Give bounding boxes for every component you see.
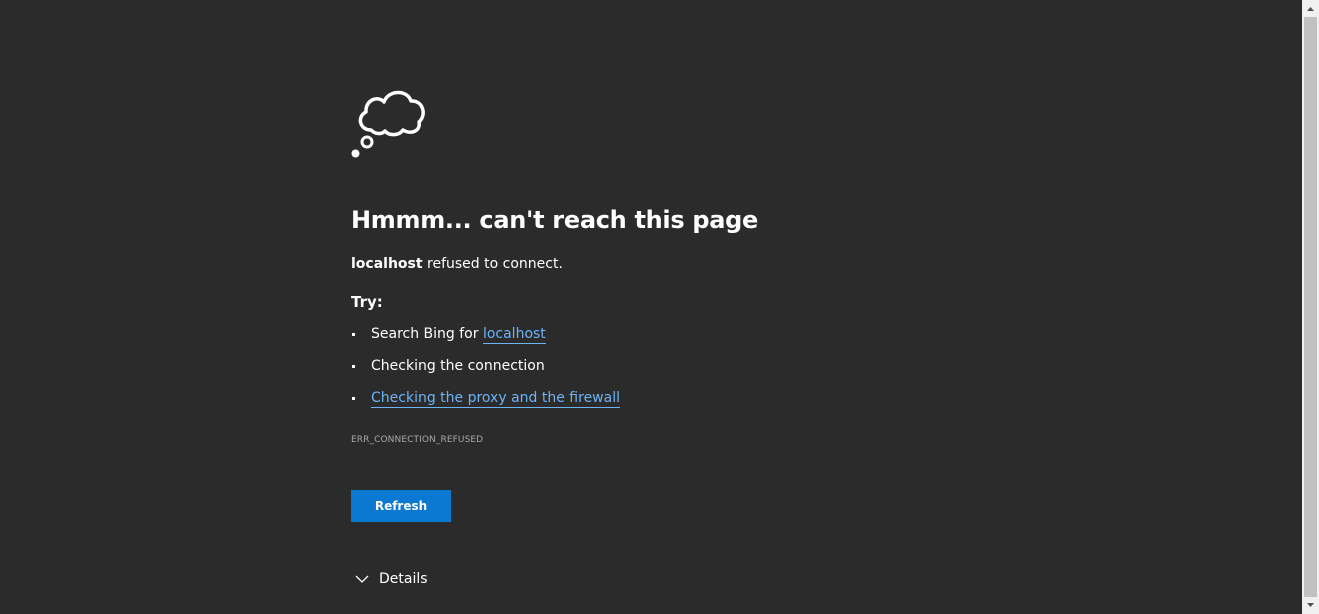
host-name: localhost [351, 256, 423, 272]
list-item: Checking the proxy and the firewall [351, 390, 620, 422]
search-bing-link[interactable]: localhost [482, 326, 546, 344]
host-message: refused to connect. [422, 256, 563, 272]
bullet [352, 333, 355, 336]
details-toggle[interactable]: Details [355, 571, 428, 587]
list-item: Search Bing for localhost [351, 326, 620, 358]
check-connection-text: Checking the connection [371, 358, 545, 374]
cloud-thought-icon [351, 90, 425, 158]
list-item: Checking the connection [351, 358, 620, 390]
vertical-scrollbar[interactable] [1302, 0, 1319, 614]
chevron-down-icon [355, 575, 369, 583]
error-code: ERR_CONNECTION_REFUSED [351, 435, 484, 445]
scrollbar-thumb[interactable] [1304, 17, 1317, 597]
try-label: Try: [351, 293, 383, 311]
scroll-up-arrow-icon[interactable] [1302, 0, 1319, 17]
bullet [352, 365, 355, 368]
error-message: localhost refused to connect. [351, 256, 563, 272]
page-title: Hmmm... can't reach this page [351, 206, 759, 234]
proxy-firewall-link[interactable]: Checking the proxy and the firewall [371, 390, 620, 408]
search-prefix: Search Bing for [371, 326, 483, 342]
bullet [352, 397, 355, 400]
suggestion-list: Search Bing for localhost Checking the c… [351, 326, 620, 422]
details-label: Details [379, 571, 428, 587]
error-page: Hmmm... can't reach this page localhost … [0, 0, 1302, 614]
refresh-button[interactable]: Refresh [351, 490, 451, 522]
scroll-down-arrow-icon[interactable] [1302, 597, 1319, 614]
